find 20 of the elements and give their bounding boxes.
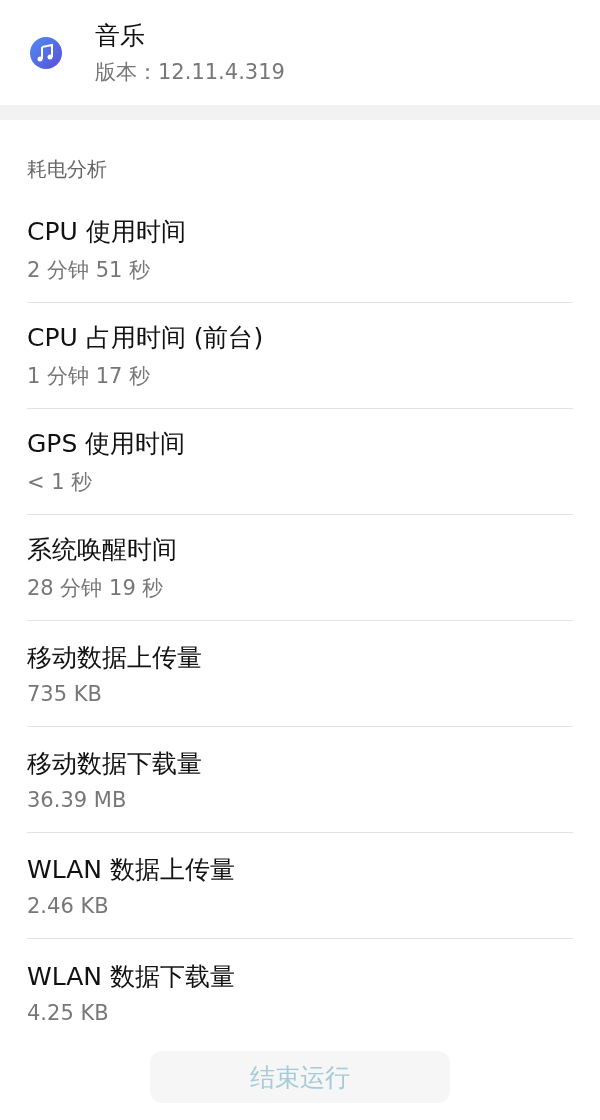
stat-label: 系统唤醒时间 [27, 534, 178, 566]
stat-label: WLAN 数据下载量 [27, 960, 236, 993]
stat-label: WLAN 数据上传量 [27, 854, 236, 886]
stat-value: 28 分钟 19 秒 [27, 575, 165, 602]
stat-value: 36.39 MB [27, 788, 128, 812]
stat-value: 735 KB [27, 682, 103, 706]
stat-label: 移动数据下载量 [27, 748, 203, 780]
stat-value: 2 分钟 51 秒 [27, 257, 152, 284]
stat-label: CPU 使用时间 [27, 216, 187, 248]
stat-label: GPS 使用时间 [27, 428, 187, 460]
music-note-icon [29, 35, 63, 70]
stat-value: 2.46 KB [27, 894, 110, 918]
stat-value: 1 分钟 17 秒 [27, 363, 152, 390]
stat-value: < 1 秒 [27, 469, 94, 496]
stat-label: 移动数据上传量 [27, 642, 203, 674]
stat-value: 4.25 KB [27, 1000, 110, 1025]
stat-label: CPU 占用时间 (前台) [27, 322, 265, 354]
app-version: 版本：12.11.4.319 [95, 59, 285, 86]
section-title: 耗电分析 [27, 156, 108, 183]
app-name: 音乐 [95, 20, 146, 52]
